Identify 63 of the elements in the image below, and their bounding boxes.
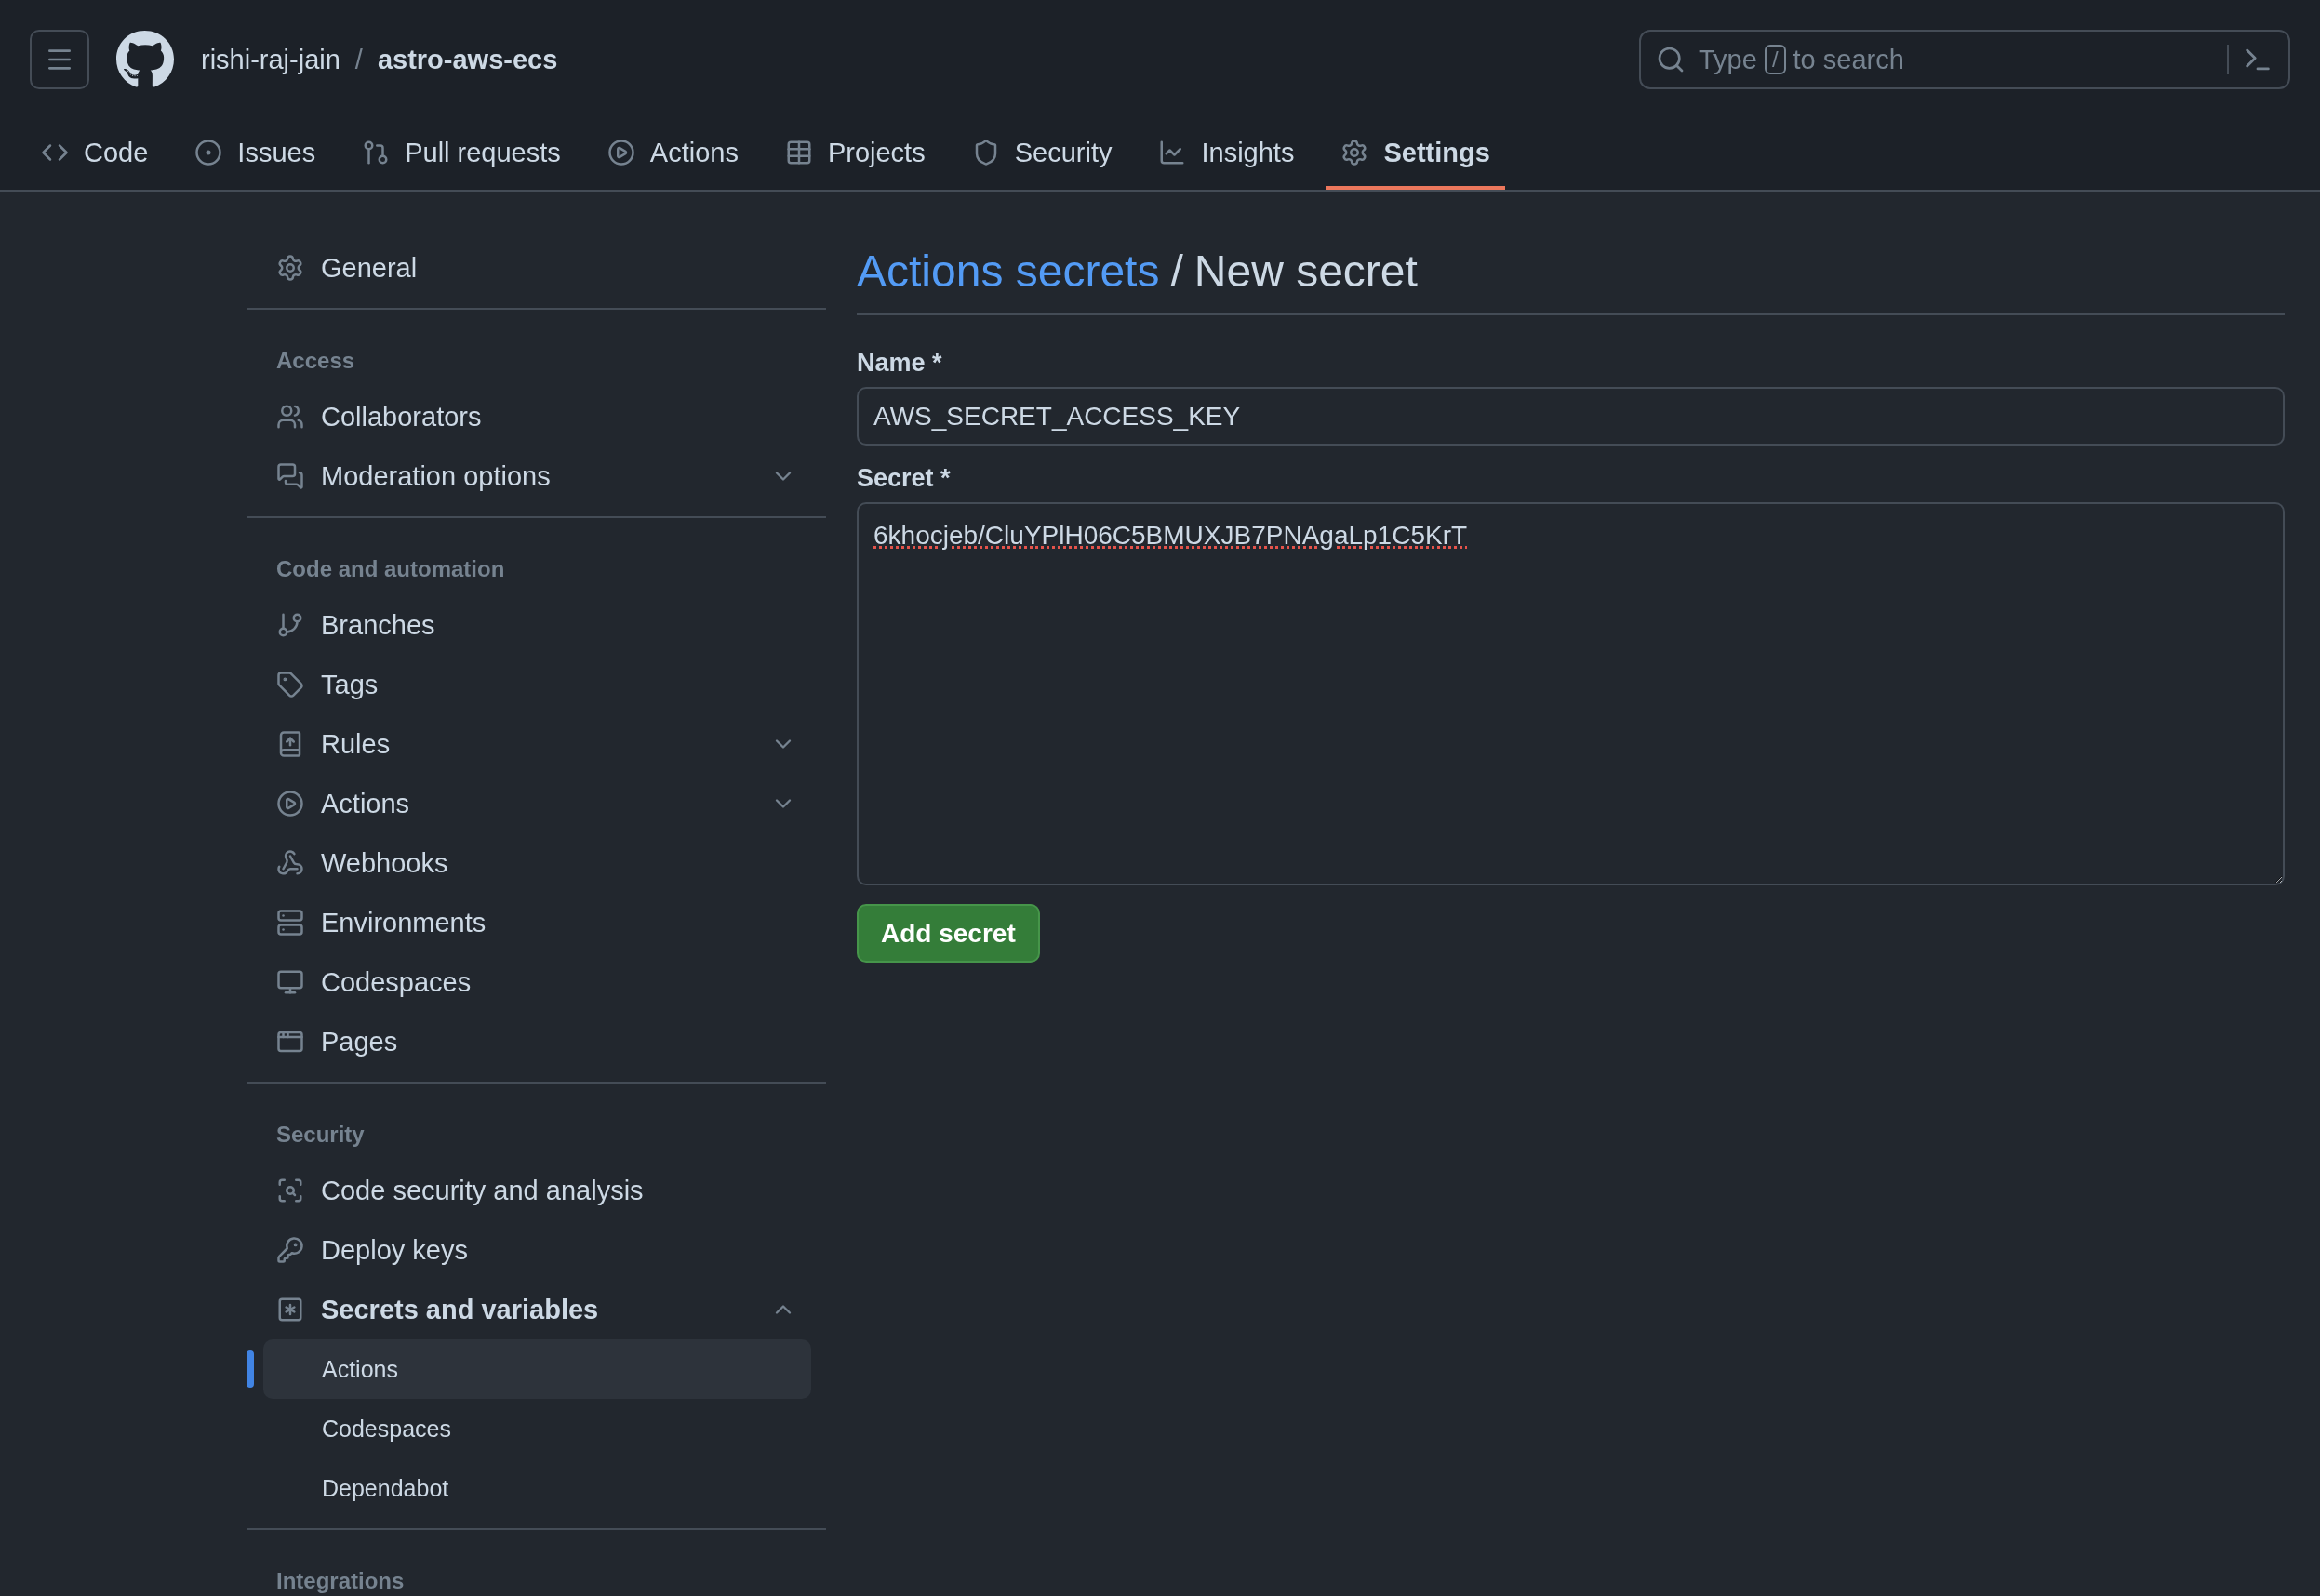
sidebar-heading: Integrations bbox=[275, 1567, 406, 1595]
sidebar-item[interactable]: Moderation options bbox=[247, 446, 826, 506]
tag-icon bbox=[276, 671, 304, 698]
server-icon bbox=[276, 909, 304, 937]
speech-bubbles-icon bbox=[276, 462, 304, 490]
search-icon bbox=[1656, 45, 1686, 74]
path-separator: / bbox=[354, 44, 363, 75]
page-title: New secret bbox=[1193, 246, 1418, 297]
name-input-field[interactable]: AWS_SECRET_ACCESS_KEY bbox=[857, 387, 2285, 446]
shortcut-key: / bbox=[1764, 45, 1786, 74]
key-icon bbox=[276, 1236, 304, 1264]
settings-icon bbox=[1340, 139, 1369, 166]
search-hint: to search bbox=[1793, 44, 1904, 75]
owner-link[interactable]: rishi-raj-jain bbox=[201, 44, 340, 75]
repo-tab[interactable]: Actions bbox=[592, 119, 753, 190]
field-label: Name * bbox=[857, 349, 943, 378]
secret-text-area[interactable]: 6khocjeb/CluYPlH06C5BMUXJB7PNAgaLp1C5KrT bbox=[857, 502, 2285, 885]
asterisk-square-icon bbox=[276, 1296, 304, 1323]
breadcrumb-link[interactable]: Actions secrets bbox=[857, 246, 1160, 297]
search-field[interactable]: Type / to search bbox=[1639, 30, 2290, 89]
repo-tab[interactable]: Insights bbox=[1143, 119, 1310, 190]
play-circle-icon bbox=[607, 139, 635, 166]
circle-dot-icon bbox=[194, 139, 223, 166]
octocat-logo-icon[interactable] bbox=[115, 30, 175, 89]
repo-tab[interactable]: Projects bbox=[769, 119, 940, 190]
sidebar-item[interactable]: Secrets and variables bbox=[247, 1280, 826, 1339]
sidebar-item[interactable]: Codespaces bbox=[247, 952, 826, 1012]
sidebar-item[interactable]: Actions bbox=[247, 774, 826, 833]
sidebar-item[interactable]: Environments bbox=[247, 893, 826, 952]
repo-tab[interactable]: Security bbox=[956, 119, 1127, 190]
repo-tab[interactable]: Code bbox=[26, 119, 164, 190]
play-circle-icon bbox=[276, 790, 304, 818]
sidebar-item[interactable]: Branches bbox=[247, 595, 826, 655]
add-secret-button[interactable]: Add secret bbox=[857, 904, 1040, 963]
menu-button[interactable] bbox=[30, 30, 89, 89]
sidebar-heading: Access bbox=[275, 347, 356, 375]
repo-tab[interactable]: Issues bbox=[180, 119, 331, 190]
search-hint: Type bbox=[1699, 44, 1757, 75]
sidebar-item[interactable]: Code security and analysis bbox=[247, 1161, 826, 1220]
sidebar-subitem[interactable]: Dependabot bbox=[263, 1458, 811, 1518]
sidebar-item[interactable]: Tags bbox=[247, 655, 826, 714]
code-scan-icon bbox=[276, 1177, 304, 1204]
repo-tab[interactable]: Pull requests bbox=[347, 119, 576, 190]
sidebar-item[interactable]: General bbox=[247, 238, 826, 298]
sidebar-item[interactable]: Rules bbox=[247, 714, 826, 774]
sidebar-subitem[interactable]: Codespaces bbox=[263, 1399, 811, 1458]
sidebar-subitem[interactable]: Actions bbox=[263, 1339, 811, 1399]
sidebar-heading: Code and automation bbox=[275, 555, 506, 583]
repo-link[interactable]: astro-aws-ecs bbox=[377, 44, 558, 75]
field-label: Secret * bbox=[857, 464, 952, 493]
sidebar-item[interactable]: Webhooks bbox=[247, 833, 826, 893]
breadcrumb-separator: / bbox=[1170, 246, 1183, 297]
webhook-icon bbox=[276, 849, 304, 877]
monitor-icon bbox=[276, 968, 304, 996]
people-icon bbox=[276, 403, 304, 431]
sidebar-item[interactable]: Pages bbox=[247, 1012, 826, 1071]
repo-tab[interactable]: Settings bbox=[1326, 119, 1505, 190]
branch-icon bbox=[276, 611, 304, 639]
sidebar-item[interactable]: Deploy keys bbox=[247, 1220, 826, 1280]
sidebar-heading: Security bbox=[275, 1121, 366, 1149]
sidebar-item[interactable]: Collaborators bbox=[247, 387, 826, 446]
selection-marker bbox=[247, 1350, 254, 1388]
settings-icon bbox=[276, 254, 304, 282]
